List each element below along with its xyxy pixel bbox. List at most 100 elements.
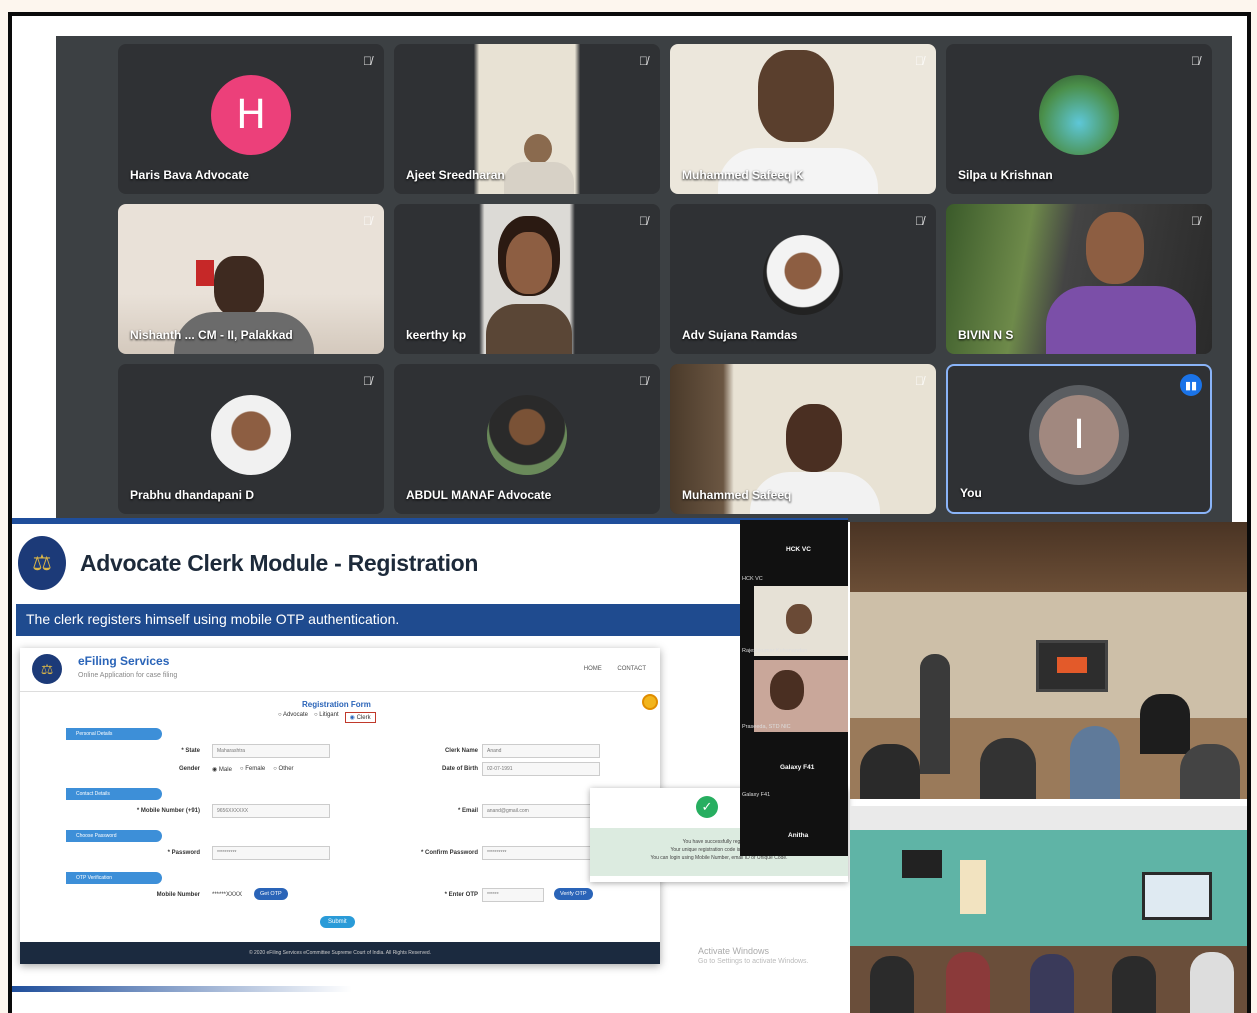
participant-name: BIVIN N S xyxy=(958,328,1014,342)
efiling-nav[interactable]: HOME CONTACT xyxy=(584,666,646,672)
projector-screen xyxy=(1142,872,1212,920)
mic-off-icon: 🎙̸ xyxy=(639,374,648,388)
strip-label: HCK VC xyxy=(786,546,811,553)
participant-tile[interactable]: 🎙̸ Muhammed Safeeq K xyxy=(670,44,936,194)
gender-radio-group[interactable]: ◉ Male ○ Female ○ Other xyxy=(212,766,294,773)
verify-otp-button[interactable]: Verify OTP xyxy=(554,888,593,900)
mic-off-icon: 🎙̸ xyxy=(363,214,372,228)
radio-other-label: Other xyxy=(278,766,294,772)
radio-advocate[interactable]: Advocate xyxy=(278,712,308,723)
person-head xyxy=(1086,212,1144,284)
participant-name: keerthy kp xyxy=(406,328,467,342)
efiling-logo-icon: ⚖ xyxy=(32,654,62,684)
participant-name: ABDUL MANAF Advocate xyxy=(406,488,552,502)
otp-input[interactable]: ****** xyxy=(482,888,544,902)
participant-tile[interactable]: 🎙̸ Muhammed Safeeq xyxy=(670,364,936,514)
seated-person xyxy=(1190,952,1234,1013)
strip-label: HCK VC xyxy=(742,576,763,582)
section-password: Choose Password xyxy=(66,830,162,842)
video-strip: HCK VC HCK VC Rajeshkumar Kuhanandan Pra… xyxy=(740,520,848,856)
radio-other[interactable]: ○ Other xyxy=(273,766,293,773)
mobile-input[interactable]: 9656XXXXXX xyxy=(212,804,330,818)
mic-off-icon: 🎙̸ xyxy=(639,54,648,68)
avatar: H xyxy=(211,75,291,155)
participant-name: Ajeet Sreedharan xyxy=(406,168,505,182)
strip-label: Galaxy F41 xyxy=(742,792,771,798)
ceiling xyxy=(850,522,1247,592)
participant-name: Adv Sujana Ramdas xyxy=(682,328,798,342)
strip-label: Praseeda, STD NIC xyxy=(742,724,791,730)
wall-tv xyxy=(902,850,942,878)
mic-off-icon: 🎙̸ xyxy=(915,54,924,68)
strip-video xyxy=(754,586,848,656)
radio-female-label: Female xyxy=(245,766,266,772)
label-mobile-otp: Mobile Number xyxy=(156,892,200,898)
seated-person xyxy=(946,952,990,1013)
person-head xyxy=(214,256,264,316)
participant-tile[interactable]: 🎙̸ BIVIN N S xyxy=(946,204,1212,354)
participant-tile[interactable]: 🎙̸ Silpa u Krishnan xyxy=(946,44,1212,194)
participant-name: Haris Bava Advocate xyxy=(130,168,249,182)
confirm-password-input[interactable]: ********** xyxy=(482,846,600,860)
person-face xyxy=(506,232,552,294)
dob-input[interactable]: 02-07-1991 xyxy=(482,762,600,776)
radio-litigant[interactable]: Litigant xyxy=(314,712,338,723)
wall-object xyxy=(196,260,214,286)
role-radio-group[interactable]: Advocate Litigant Clerk xyxy=(278,712,376,723)
label-dob: Date of Birth xyxy=(442,766,478,772)
section-personal: Personal Details xyxy=(66,728,162,740)
mic-off-icon: 🎙̸ xyxy=(363,374,372,388)
password-input[interactable]: ********** xyxy=(212,846,330,860)
efiling-header: ⚖ eFiling Services Online Application fo… xyxy=(20,648,660,692)
tv-screen xyxy=(1036,640,1108,692)
check-icon: ✓ xyxy=(696,796,718,818)
participant-tile[interactable]: 🎙̸ ABDUL MANAF Advocate xyxy=(394,364,660,514)
seated-person xyxy=(1030,954,1074,1013)
participant-tile[interactable]: H 🎙̸ Haris Bava Advocate xyxy=(118,44,384,194)
label-email: * Email xyxy=(457,808,478,814)
avatar: I xyxy=(1039,395,1119,475)
strip-label: Anitha xyxy=(788,832,809,839)
participant-name: Silpa u Krishnan xyxy=(958,168,1053,182)
participant-name: Nishanth ... CM - II, Palakkad xyxy=(130,328,293,342)
seated-person xyxy=(980,738,1036,799)
training-photo-lab xyxy=(850,806,1247,1013)
standing-person xyxy=(920,654,950,774)
participant-tile-self[interactable]: I ▮▮ You xyxy=(946,364,1212,514)
form-title: Registration Form xyxy=(302,700,371,709)
label-state: * State xyxy=(181,748,200,754)
person-head xyxy=(758,50,834,142)
mobile-masked: ******XXXX xyxy=(212,892,243,898)
label-enter-otp: * Enter OTP xyxy=(444,892,478,898)
participant-tile[interactable]: 🎙̸ keerthy kp xyxy=(394,204,660,354)
radio-clerk[interactable]: Clerk xyxy=(344,712,376,723)
slide-top-rule xyxy=(12,518,848,524)
windows-watermark-sub: Go to Settings to activate Windows. xyxy=(698,958,809,965)
person-head xyxy=(770,670,804,710)
clerk-name-input[interactable]: Anand xyxy=(482,744,600,758)
participant-tile[interactable]: 🎙̸ Adv Sujana Ramdas xyxy=(670,204,936,354)
seated-person xyxy=(1140,694,1190,754)
radio-male[interactable]: ◉ Male xyxy=(212,766,232,773)
participant-name: Muhammed Safeeq K xyxy=(682,168,804,182)
collage-frame: H 🎙̸ Haris Bava Advocate 🎙̸ Ajeet Sreedh… xyxy=(8,12,1251,1013)
participant-tile[interactable]: 🎙̸ Ajeet Sreedharan xyxy=(394,44,660,194)
label-mobile: * Mobile Number (+91) xyxy=(136,808,200,814)
person-body xyxy=(486,304,572,354)
efiling-brand: eFiling Services xyxy=(78,654,170,668)
submit-button[interactable]: Submit xyxy=(320,916,355,928)
windows-watermark: Activate Windows xyxy=(698,946,770,956)
mic-off-icon: 🎙̸ xyxy=(363,54,372,68)
participant-tile[interactable]: 🎙̸ Prabhu dhandapani D xyxy=(118,364,384,514)
strip-video xyxy=(754,660,848,732)
radio-female[interactable]: ○ Female xyxy=(240,766,265,773)
state-select[interactable]: Maharashtra xyxy=(212,744,330,758)
strip-label: Galaxy F41 xyxy=(780,764,815,771)
efiling-tagline: Online Application for case filing xyxy=(78,672,178,679)
get-otp-button[interactable]: Get OTP xyxy=(254,888,288,900)
status-dot-icon xyxy=(642,694,658,710)
seated-person xyxy=(870,956,914,1013)
training-photo-hall xyxy=(850,522,1247,799)
participant-tile[interactable]: 🎙̸ Nishanth ... CM - II, Palakkad xyxy=(118,204,384,354)
email-input[interactable]: anand@gmail.com xyxy=(482,804,600,818)
